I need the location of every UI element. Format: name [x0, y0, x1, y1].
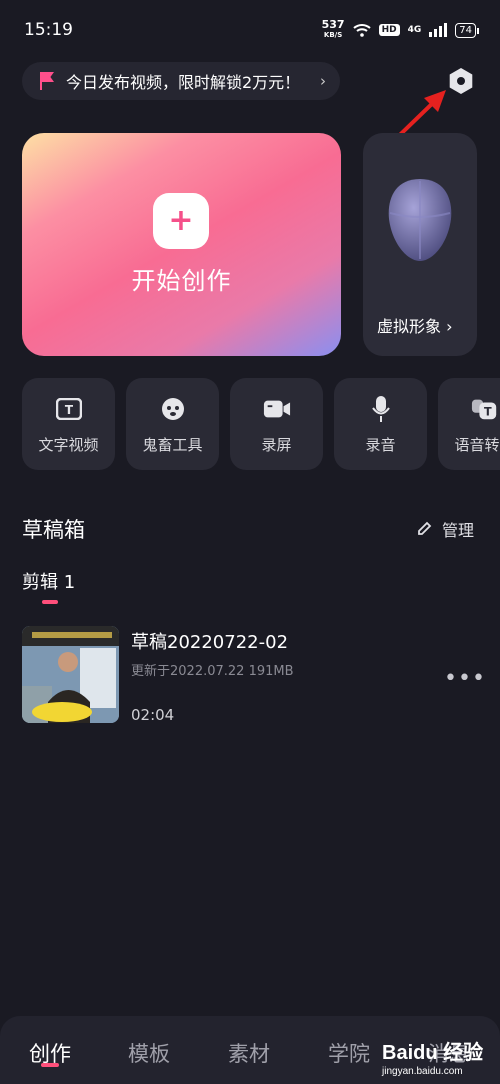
net-speed-unit: KB/S [323, 31, 343, 39]
tool-label: 鬼畜工具 [142, 436, 203, 454]
battery-icon: 74 [455, 22, 479, 38]
screen-record-icon [263, 396, 291, 422]
virtual-avatar-label: 虚拟形象 › [377, 317, 453, 336]
draft-item[interactable]: 草稿20220722-02 更新于2022.07.22 191MB 02:04 … [22, 626, 485, 724]
tool-label: 文字视频 [38, 436, 99, 454]
chevron-right-icon: › [320, 72, 326, 90]
status-indicators: 537 KB/S HD 4G 74 [321, 18, 479, 40]
svg-text:T: T [483, 406, 491, 419]
tool-kichiku[interactable]: 鬼畜工具 [126, 378, 219, 470]
text-video-icon: T [55, 396, 83, 422]
edit-pencil-icon [418, 521, 432, 535]
signal-icon [429, 23, 448, 37]
tab-edit[interactable]: 剪辑 1 [22, 568, 75, 594]
tool-audio-record[interactable]: 录音 [334, 378, 427, 470]
nav-active-indicator [41, 1063, 59, 1067]
virtual-avatar-card[interactable]: 虚拟形象 › [363, 133, 477, 356]
manage-label: 管理 [442, 521, 475, 540]
nav-item-templates[interactable]: 模板 [128, 1038, 170, 1068]
draft-duration: 02:04 [131, 706, 175, 724]
tab-active-indicator [42, 600, 58, 604]
microphone-icon [367, 396, 395, 422]
net-speed: 537 KB/S [321, 18, 345, 40]
network-type: 4G [407, 25, 422, 35]
net-speed-value: 537 [321, 18, 345, 31]
speech-to-text-icon: T [471, 396, 499, 422]
avatar-face-icon [388, 179, 452, 261]
draft-meta: 更新于2022.07.22 191MB [131, 664, 294, 679]
hd-badge: HD [378, 24, 400, 36]
more-options-icon[interactable]: ••• [444, 666, 486, 691]
watermark-brand: Baidu 经验 [382, 1042, 484, 1064]
promo-banner[interactable]: 今日发布视频，限时解锁2万元！ › [22, 62, 340, 100]
drafts-title: 草稿箱 [22, 518, 85, 542]
wifi-icon [352, 24, 371, 37]
kichiku-tool-icon [159, 396, 187, 422]
manage-button[interactable]: 管理 [416, 517, 474, 541]
start-creating-label: 开始创作 [131, 267, 232, 295]
status-time: 15:19 [24, 20, 73, 40]
tool-screen-record[interactable]: 录屏 [230, 378, 323, 470]
tool-label: 语音转字 [454, 436, 500, 454]
status-bar: 15:19 537 KB/S HD 4G 74 [0, 0, 500, 60]
draft-title: 草稿20220722-02 [131, 632, 289, 653]
flag-icon [40, 72, 56, 90]
tool-speech-to-text[interactable]: T 语音转字 [438, 378, 500, 470]
svg-text:T: T [64, 403, 73, 417]
tool-label: 录屏 [261, 436, 292, 454]
draft-thumbnail [22, 626, 119, 723]
baidu-watermark: Baidu 经验 jingyan.baidu.com [382, 1032, 500, 1084]
tool-label: 录音 [365, 436, 396, 454]
nav-item-materials[interactable]: 素材 [228, 1038, 270, 1068]
plus-icon: + [153, 193, 209, 249]
tool-text-video[interactable]: T 文字视频 [22, 378, 115, 470]
promo-text: 今日发布视频，限时解锁2万元！ [66, 73, 301, 92]
start-creating-card[interactable]: + 开始创作 [22, 133, 341, 356]
tools-row: T 文字视频 鬼畜工具 录屏 录音 T 语音转字 [22, 378, 500, 470]
watermark-sub: jingyan.baidu.com [382, 1066, 463, 1077]
nav-item-academy[interactable]: 学院 [328, 1038, 370, 1068]
